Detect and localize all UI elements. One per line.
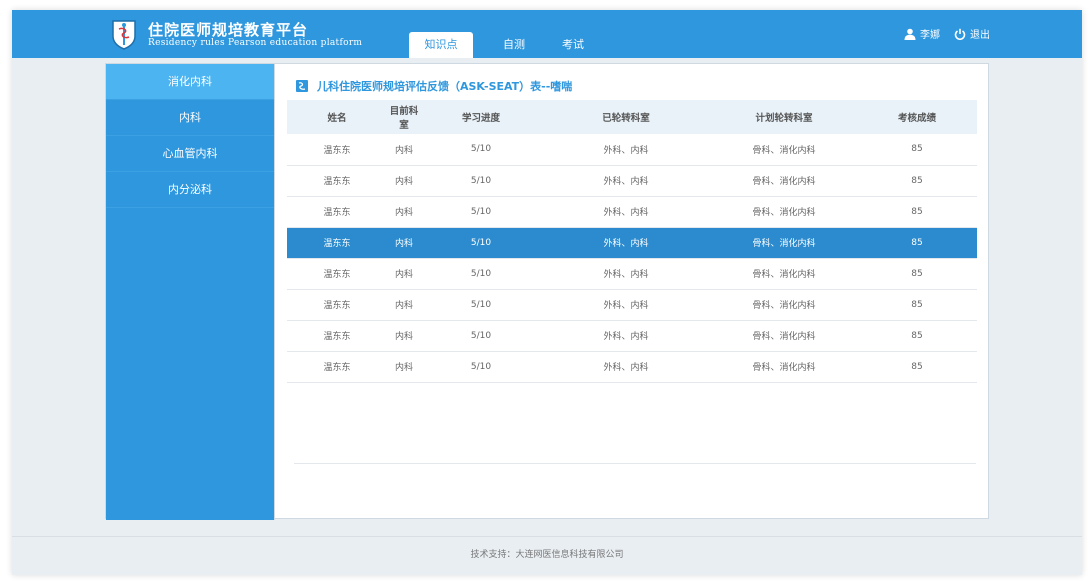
table-cell: 85 bbox=[911, 361, 923, 372]
table-cell: 85 bbox=[911, 206, 923, 217]
tab-knowledge[interactable]: 知识点 bbox=[409, 32, 473, 58]
column-header[interactable]: 考核成绩 bbox=[857, 100, 977, 134]
content-panel: 消化内科 内科 心血管内科 内分泌科 儿科住院医师规培评估反馈（ASK-SEAT… bbox=[105, 63, 989, 520]
table-cell: 外科、内科 bbox=[603, 239, 649, 249]
page-title-text: 儿科住院医师规培评估反馈（ASK-SEAT）表--嗜喘 bbox=[317, 80, 573, 93]
table-cell: 5/10 bbox=[470, 361, 492, 372]
table-cell: 骨科、消化内科 bbox=[752, 332, 816, 342]
column-header[interactable]: 学习进度 bbox=[421, 100, 541, 134]
table-cell: 外科、内科 bbox=[603, 208, 649, 218]
table-cell: 骨科、消化内科 bbox=[752, 270, 816, 280]
column-header[interactable]: 姓名 bbox=[287, 100, 387, 134]
table-cell: 骨科、消化内科 bbox=[752, 145, 816, 156]
table-header-row: 姓名 目前科室 学习进度 已轮转科室 计划轮转科室 考核成绩 bbox=[287, 100, 977, 134]
table-row[interactable]: 温东东 内科 5/10 外科、内科 骨科、消化内科 85 bbox=[287, 258, 977, 289]
table-cell: 内科 bbox=[394, 145, 413, 156]
table-cell: 内科 bbox=[394, 332, 413, 342]
table-cell: 外科、内科 bbox=[603, 332, 649, 342]
sidebar-item-cardiology[interactable]: 心血管内科 bbox=[106, 136, 274, 172]
sidebar-item-digestive[interactable]: 消化内科 bbox=[106, 64, 274, 100]
footer: 技术支持：大连网医信息科技有限公司 bbox=[12, 536, 1082, 575]
table-cell: 85 bbox=[911, 175, 923, 186]
user-icon bbox=[904, 28, 916, 40]
table-cell: 内科 bbox=[394, 208, 413, 218]
document-icon bbox=[296, 80, 308, 92]
table-cell: 5/10 bbox=[470, 175, 492, 186]
table-cell: 温东东 bbox=[323, 301, 351, 311]
logo-icon bbox=[112, 20, 136, 50]
table-cell: 5/10 bbox=[470, 299, 492, 310]
table-cell: 5/10 bbox=[470, 206, 492, 217]
table-cell: 5/10 bbox=[470, 330, 492, 341]
tab-exam[interactable]: 考试 bbox=[549, 32, 597, 58]
table-cell: 内科 bbox=[394, 177, 413, 187]
sidebar-item-endocrinology[interactable]: 内分泌科 bbox=[106, 172, 274, 208]
table-cell: 温东东 bbox=[323, 270, 351, 280]
column-header[interactable]: 已轮转科室 bbox=[541, 100, 711, 134]
app-title: 住院医师规培教育平台 bbox=[148, 21, 309, 39]
table-cell: 温东东 bbox=[323, 177, 351, 187]
table-row[interactable]: 温东东 内科 5/10 外科、内科 骨科、消化内科 85 bbox=[287, 227, 977, 258]
sidebar-item-internal[interactable]: 内科 bbox=[106, 100, 274, 136]
table-cell: 85 bbox=[911, 268, 923, 279]
table-cell: 内科 bbox=[394, 270, 413, 280]
app-window: 住院医师规培教育平台 Residency rules Pearson educa… bbox=[12, 10, 1082, 575]
top-header: 住院医师规培教育平台 Residency rules Pearson educa… bbox=[12, 10, 1082, 58]
table-cell: 骨科、消化内科 bbox=[752, 363, 816, 373]
table-cell: 骨科、消化内科 bbox=[752, 177, 816, 187]
table-cell: 5/10 bbox=[470, 268, 492, 279]
table-cell: 外科、内科 bbox=[603, 177, 649, 187]
table-cell: 温东东 bbox=[323, 208, 351, 218]
user-name: 李娜 bbox=[920, 30, 940, 41]
table-row[interactable]: 温东东 内科 5/10 外科、内科 骨科、消化内科 85 bbox=[287, 196, 977, 227]
table-cell: 内科 bbox=[394, 239, 413, 249]
table-row[interactable]: 温东东 内科 5/10 外科、内科 骨科、消化内科 85 bbox=[287, 134, 977, 165]
table-cell: 85 bbox=[911, 299, 923, 310]
sidebar: 消化内科 内科 心血管内科 内分泌科 bbox=[106, 64, 275, 520]
table-cell: 骨科、消化内科 bbox=[752, 239, 816, 249]
table-cell: 5/10 bbox=[470, 144, 492, 155]
table-cell: 骨科、消化内科 bbox=[752, 208, 816, 218]
table-cell: 外科、内科 bbox=[603, 301, 649, 311]
table-cell: 外科、内科 bbox=[603, 145, 649, 156]
power-icon bbox=[954, 28, 966, 40]
app-subtitle: Residency rules Pearson education platfo… bbox=[148, 38, 363, 48]
table-cell: 内科 bbox=[394, 363, 413, 373]
user-menu[interactable]: 李娜 bbox=[904, 26, 940, 41]
table-cell: 温东东 bbox=[323, 332, 351, 342]
page-title: 儿科住院医师规培评估反馈（ASK-SEAT）表--嗜喘 bbox=[295, 78, 572, 94]
table-body: 温东东 内科 5/10 外科、内科 骨科、消化内科 85 温东东 内科 5/10 外科、内科 骨科、… bbox=[287, 134, 977, 382]
table-row[interactable]: 温东东 内科 5/10 外科、内科 骨科、消化内科 85 bbox=[287, 351, 977, 382]
table-cell: 85 bbox=[911, 330, 923, 341]
table-cell: 骨科、消化内科 bbox=[752, 301, 816, 311]
table-cell: 85 bbox=[911, 144, 923, 155]
table-cell: 85 bbox=[911, 237, 923, 248]
table-cell: 内科 bbox=[394, 301, 413, 311]
table-row[interactable]: 温东东 内科 5/10 外科、内科 骨科、消化内科 85 bbox=[287, 289, 977, 320]
table-row[interactable]: 温东东 内科 5/10 外科、内科 骨科、消化内科 85 bbox=[287, 320, 977, 351]
table-cell: 外科、内科 bbox=[603, 363, 649, 373]
logout-button[interactable]: 退出 bbox=[954, 26, 990, 41]
column-header[interactable]: 计划轮转科室 bbox=[711, 100, 857, 134]
tab-self-test[interactable]: 自测 bbox=[490, 32, 538, 58]
table-cell: 温东东 bbox=[323, 145, 351, 156]
table-cell: 外科、内科 bbox=[603, 270, 649, 280]
table-cell: 温东东 bbox=[323, 363, 351, 373]
table-row[interactable]: 温东东 内科 5/10 外科、内科 骨科、消化内科 85 bbox=[287, 165, 977, 196]
logout-label: 退出 bbox=[970, 30, 990, 41]
table-cell: 5/10 bbox=[470, 237, 492, 248]
table-cell: 温东东 bbox=[323, 239, 351, 249]
column-header[interactable]: 目前科室 bbox=[387, 100, 421, 134]
rotation-table: 姓名 目前科室 学习进度 已轮转科室 计划轮转科室 考核成绩 温东东 内科 5/10… bbox=[287, 100, 977, 383]
table-divider bbox=[294, 463, 976, 464]
